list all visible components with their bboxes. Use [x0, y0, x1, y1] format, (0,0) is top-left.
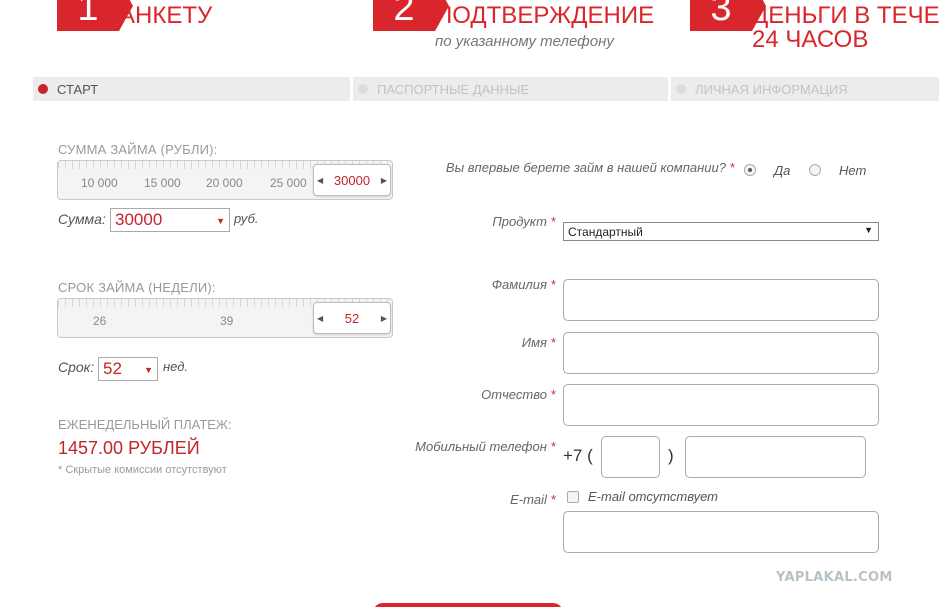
- active-dot-icon: [38, 84, 48, 94]
- phone-prefix: +7 (: [563, 446, 593, 465]
- last-name-input[interactable]: [563, 279, 879, 321]
- product-label: Продукт *: [400, 214, 556, 229]
- slider-tick-label: 25 000: [270, 176, 307, 190]
- product-select[interactable]: Стандартный ▼: [563, 222, 879, 241]
- amount-field-label: Сумма:: [58, 211, 106, 227]
- tab-label: СТАРТ: [57, 81, 99, 97]
- step-title: ЗАПОЛНИТЕ АНКЕТУ: [119, 0, 266, 29]
- tab-label: ЛИЧНАЯ ИНФОРМАЦИЯ: [695, 81, 848, 97]
- radio-yes[interactable]: [744, 164, 756, 176]
- last-name-label-text: Фамилия: [491, 277, 547, 292]
- loan-term-label: СРОК ЗАЙМА (НЕДЕЛИ):: [58, 280, 216, 295]
- required-mark: *: [729, 160, 735, 175]
- slider-handle[interactable]: ◀ 52 ▶: [313, 302, 391, 334]
- slider-tick-label: 39: [220, 314, 234, 328]
- radio-yes-label: Да: [774, 163, 791, 178]
- patronymic-input[interactable]: [563, 384, 879, 426]
- required-mark: *: [550, 214, 556, 229]
- chevron-down-icon: ▼: [216, 216, 225, 226]
- hidden-fees-note: * Скрытые комиссии отсутствуют: [58, 464, 227, 476]
- step-number: 1: [57, 0, 133, 31]
- term-select-value: 52: [103, 359, 122, 378]
- step-number: 3: [690, 0, 766, 31]
- slider-tick-label: 20 000: [206, 176, 243, 190]
- first-name-label-text: Имя: [521, 335, 547, 350]
- no-email-label: E-mail отсутствует: [588, 489, 718, 504]
- slider-tick-label: 15 000: [144, 176, 181, 190]
- first-name-label: Имя *: [400, 335, 556, 350]
- phone-number-input[interactable]: [685, 436, 866, 478]
- amount-unit: руб.: [234, 211, 259, 226]
- inactive-dot-icon: [676, 84, 686, 94]
- step-number: 2: [373, 0, 449, 31]
- arrow-right-icon: ▶: [380, 176, 387, 185]
- phone-close-paren: ): [668, 446, 674, 465]
- step-title: ПОЛУЧИТЕ ДЕНЬГИ В ТЕЧЕ 24 ЧАСОВ: [752, 0, 939, 53]
- first-time-question: Вы впервые берете займ в нашей компании?: [445, 160, 726, 175]
- submit-button[interactable]: [373, 603, 563, 607]
- product-label-text: Продукт: [492, 214, 547, 229]
- required-mark: *: [550, 439, 556, 454]
- email-input[interactable]: [563, 511, 879, 553]
- phone-label: Мобильный телефон *: [380, 439, 556, 454]
- slider-tick-label: 10 000: [81, 176, 118, 190]
- inactive-dot-icon: [358, 84, 368, 94]
- patronymic-label: Отчество *: [400, 387, 556, 402]
- tab-start[interactable]: СТАРТ: [33, 77, 350, 101]
- term-unit: нед.: [163, 359, 189, 374]
- loan-term-slider[interactable]: 26 39 ◀ 52 ▶: [57, 298, 393, 338]
- tab-passport[interactable]: ПАСПОРТНЫЕ ДАННЫЕ: [350, 77, 668, 101]
- last-name-label: Фамилия *: [400, 277, 556, 292]
- radio-no[interactable]: [809, 164, 821, 176]
- progress-tabs: СТАРТ ПАСПОРТНЫЕ ДАННЫЕ ЛИЧНАЯ ИНФОРМАЦИ…: [33, 77, 939, 101]
- slider-tick-label: 26: [93, 314, 107, 328]
- phone-label-text: Мобильный телефон: [415, 439, 547, 454]
- first-time-label: Вы впервые берете займ в нашей компании?…: [400, 160, 735, 175]
- chevron-down-icon: ▼: [144, 365, 153, 375]
- arrow-right-icon: ▶: [380, 314, 387, 323]
- arrow-left-icon: ◀: [317, 176, 324, 185]
- step-subtitle: по указанному телефону: [435, 33, 614, 50]
- no-email-checkbox[interactable]: [567, 491, 579, 503]
- step-title: ПОЛУЧИТЕ ПОДТВЕРЖДЕНИЕ: [435, 0, 655, 29]
- product-select-value: Стандартный: [568, 225, 643, 239]
- weekly-payment-label: ЕЖЕНЕДЕЛЬНЫЙ ПЛАТЕЖ:: [58, 417, 232, 432]
- slider-handle-value: 30000: [333, 172, 371, 188]
- first-name-input[interactable]: [563, 332, 879, 374]
- term-select[interactable]: 52 ▼: [98, 357, 158, 381]
- term-field-label: Срок:: [58, 359, 95, 375]
- arrow-left-icon: ◀: [317, 314, 324, 323]
- amount-select-value: 30000: [115, 210, 163, 229]
- email-label: E-mail *: [400, 492, 556, 507]
- watermark: YAPLAKAL.COM: [776, 570, 893, 585]
- loan-amount-slider[interactable]: 10 000 15 000 20 000 25 000 ◀ 30000 ▶: [57, 160, 393, 200]
- required-mark: *: [550, 492, 556, 507]
- tab-label: ПАСПОРТНЫЕ ДАННЫЕ: [377, 81, 530, 97]
- slider-handle-value: 52: [344, 310, 360, 326]
- phone-code-input[interactable]: [601, 436, 660, 478]
- loan-amount-label: СУММА ЗАЙМА (РУБЛИ):: [58, 142, 218, 157]
- required-mark: *: [550, 387, 556, 402]
- email-label-text: E-mail: [510, 492, 547, 507]
- required-mark: *: [550, 277, 556, 292]
- patronymic-label-text: Отчество: [481, 387, 547, 402]
- tab-personal-info[interactable]: ЛИЧНАЯ ИНФОРМАЦИЯ: [668, 77, 939, 101]
- chevron-down-icon: ▼: [864, 225, 873, 235]
- slider-handle[interactable]: ◀ 30000 ▶: [313, 164, 391, 196]
- weekly-payment-value: 1457.00 РУБЛЕЙ: [58, 438, 200, 458]
- radio-no-label: Нет: [839, 163, 867, 178]
- required-mark: *: [550, 335, 556, 350]
- amount-select[interactable]: 30000 ▼: [110, 208, 230, 232]
